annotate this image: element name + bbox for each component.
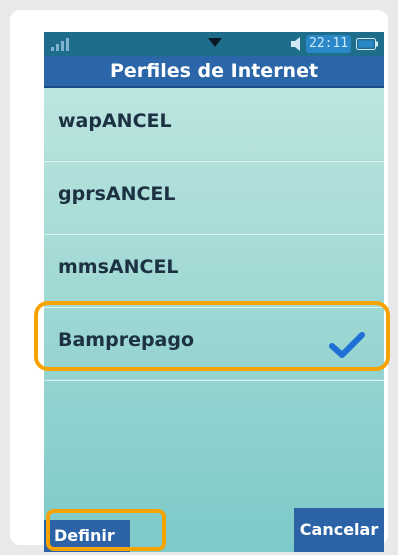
profile-item-mmsancel[interactable]: mmsANCEL [44, 234, 384, 307]
chevron-down-icon[interactable] [208, 38, 222, 48]
profile-label: gprsANCEL [58, 183, 176, 205]
profile-label: mmsANCEL [58, 256, 179, 278]
definir-button-highlight [46, 509, 166, 551]
signal-icon [51, 38, 69, 51]
page-title: Perfiles de Internet [109, 60, 319, 82]
status-bar: 22:11 [44, 32, 384, 56]
status-clock: 22:11 [306, 35, 352, 53]
profile-item-gprsancel[interactable]: gprsANCEL [44, 161, 384, 234]
title-bar: Perfiles de Internet [44, 56, 384, 88]
phone-frame: 22:11 Perfiles de Internet wapANCEL gprs… [10, 10, 390, 552]
phone-screen: 22:11 Perfiles de Internet wapANCEL gprs… [44, 32, 384, 552]
battery-icon [356, 38, 378, 50]
cancelar-button[interactable]: Cancelar [294, 508, 384, 552]
volume-icon [291, 37, 300, 51]
selected-item-highlight [34, 301, 390, 371]
profile-label: wapANCEL [58, 110, 172, 132]
profile-item-wapancel[interactable]: wapANCEL [44, 88, 384, 161]
